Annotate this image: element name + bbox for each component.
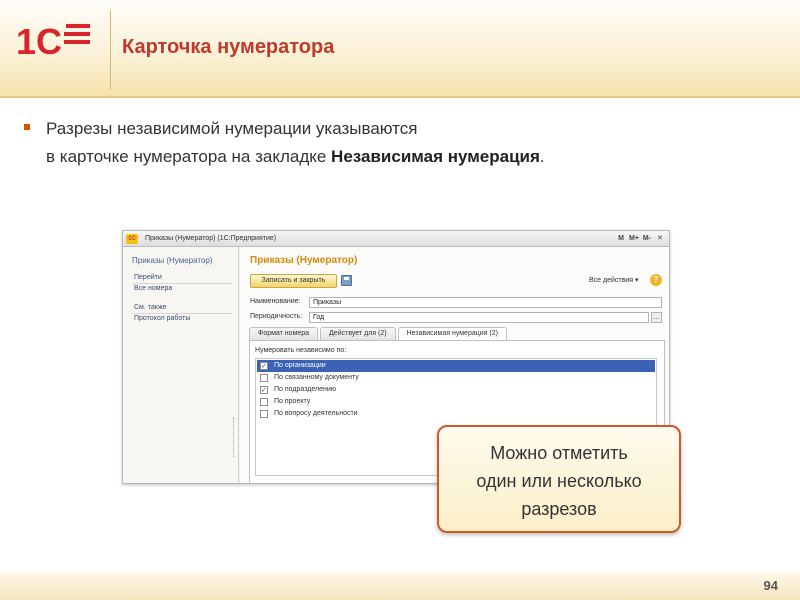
1c-logo-icon: 1С — [16, 21, 90, 62]
memory-button[interactable]: M — [616, 233, 626, 244]
tab-independent-numbering[interactable]: Независимая нумерация (2) — [397, 327, 507, 340]
callout-line-3: разрезов — [521, 499, 597, 519]
body-line-1: Разрезы независимой нумерации указываютс… — [46, 119, 418, 138]
close-window-button[interactable]: ✕ — [655, 233, 665, 244]
all-actions-menu[interactable]: Все действия ▾ — [589, 276, 638, 284]
slide-header: 1С Карточка нумератора — [0, 0, 800, 98]
list-item[interactable]: По проекту — [257, 396, 655, 408]
save-and-close-button[interactable]: Записать и закрыть — [250, 274, 337, 288]
sidebar-link-protocol[interactable]: Протокол работы — [134, 315, 190, 322]
window-titlebar: 1С Приказы (Нумератор) (1С:Предприятие) … — [123, 231, 669, 247]
list-item[interactable]: По связанному документу — [257, 372, 655, 384]
tab-applies-to[interactable]: Действует для (2) — [320, 327, 396, 340]
checkbox[interactable] — [260, 410, 268, 418]
logo-text: 1С — [16, 21, 62, 62]
period-select-button[interactable]: … — [651, 312, 662, 323]
body-line-2-prefix: в карточке нумератора на закладке — [46, 147, 332, 166]
checkbox[interactable] — [260, 398, 268, 406]
period-label: Периодичность: — [250, 313, 303, 320]
body-line-2-suffix: . — [539, 147, 545, 166]
sidebar-splitter[interactable] — [233, 417, 236, 457]
panel-caption: Нумеровать независимо по: — [255, 347, 347, 354]
name-field[interactable]: Приказы — [309, 297, 662, 308]
titlebar-buttons: M M+ M- ✕ — [616, 233, 665, 244]
body-paragraph: Разрезы независимой нумерации указываютс… — [46, 115, 766, 171]
form-tabs: Формат номера Действует для (2) Независи… — [249, 327, 509, 340]
callout-line-2: один или несколько — [476, 471, 642, 491]
memory-plus-button[interactable]: M+ — [629, 233, 639, 244]
form-title: Приказы (Нумератор) — [250, 255, 358, 266]
checkbox[interactable] — [260, 374, 268, 382]
option-label: По проекту — [274, 398, 311, 405]
window-title: Приказы (Нумератор) (1С:Предприятие) — [145, 235, 277, 242]
option-label: По подразделению — [274, 386, 336, 393]
page-number: 94 — [763, 578, 778, 593]
save-disk-icon[interactable] — [341, 275, 352, 286]
sidebar-divider — [132, 283, 232, 284]
sidebar-title: Приказы (Нумератор) — [132, 256, 213, 265]
slide-footer: 94 — [0, 572, 800, 600]
sidebar-link-all-numbers[interactable]: Все номера — [134, 285, 172, 292]
tab-number-format[interactable]: Формат номера — [249, 327, 319, 340]
checkbox[interactable]: ✓ — [260, 386, 268, 394]
option-label: По вопросу деятельности — [274, 410, 358, 417]
header-divider — [110, 10, 111, 90]
sidebar: Приказы (Нумератор) Перейти Все номера С… — [123, 247, 239, 483]
sidebar-section-goto: Перейти — [134, 274, 162, 281]
sidebar-divider — [132, 313, 232, 314]
slide-title: Карточка нумератора — [122, 36, 335, 58]
list-item[interactable]: ✓ По подразделению — [257, 384, 655, 396]
sidebar-section-see-also: См. также — [134, 304, 167, 311]
list-item[interactable]: ✓ По организации — [257, 360, 655, 372]
callout-box: Можно отметить один или несколько разрез… — [437, 425, 681, 533]
bullet-marker — [24, 124, 30, 130]
option-label: По связанному документу — [274, 374, 359, 381]
checkbox[interactable]: ✓ — [260, 362, 268, 370]
period-field[interactable]: Год — [309, 312, 649, 323]
option-label: По организации — [274, 362, 326, 369]
body-line-2-bold: Независимая нумерация — [331, 147, 540, 166]
body-line-2: в карточке нумератора на закладке Незави… — [46, 143, 766, 171]
name-label: Наименование: — [250, 298, 301, 305]
memory-minus-button[interactable]: M- — [642, 233, 652, 244]
app-logo-icon: 1С — [126, 234, 138, 244]
callout-line-1: Можно отметить — [490, 443, 628, 463]
help-icon[interactable]: ? — [650, 274, 662, 286]
list-item[interactable]: По вопросу деятельности — [257, 408, 655, 420]
